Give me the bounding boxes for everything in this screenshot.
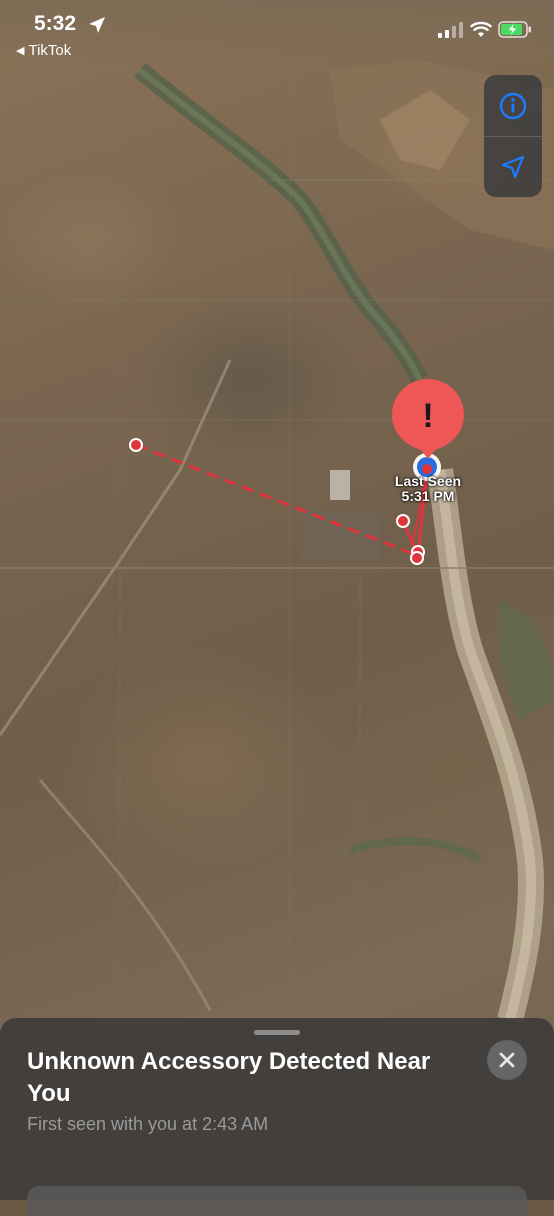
alert-pin[interactable]: !	[390, 377, 466, 459]
back-app-label: TikTok	[28, 42, 72, 59]
battery-charging-icon	[498, 21, 531, 38]
status-bar: 5:32 ◀ TikTok	[0, 0, 554, 64]
sheet-title: Unknown Accessory Detected Near You	[27, 1048, 431, 1107]
back-to-app-button[interactable]: ◀ TikTok	[16, 42, 71, 59]
close-icon	[499, 1052, 515, 1068]
sheet-grabber[interactable]	[254, 1030, 300, 1035]
sheet-subtitle: First seen with you at 2:43 AM	[27, 1114, 269, 1134]
back-triangle-icon: ◀	[16, 45, 25, 57]
path-point[interactable]	[129, 438, 143, 452]
path-point[interactable]	[396, 514, 410, 528]
accessory-detail-sheet[interactable]: Unknown Accessory Detected Near You Firs…	[0, 1018, 554, 1216]
alert-pin-glyph: !	[422, 397, 433, 435]
last-seen-label: Last Seen 5:31 PM	[387, 474, 469, 504]
location-arrow-icon	[501, 155, 525, 179]
map-controls	[484, 75, 542, 197]
path-point[interactable]	[410, 551, 424, 565]
cellular-signal-icon	[438, 22, 463, 38]
last-seen-line1: Last Seen	[394, 473, 462, 489]
map-info-button[interactable]	[484, 76, 542, 136]
locate-me-button[interactable]	[484, 137, 542, 197]
info-icon	[499, 92, 527, 120]
close-button[interactable]	[487, 1040, 527, 1080]
sheet-card-partial	[27, 1186, 527, 1216]
location-services-icon	[89, 17, 105, 33]
last-seen-time: 5:31 PM	[401, 488, 455, 504]
status-time: 5:32	[34, 12, 77, 35]
wifi-icon	[470, 21, 492, 37]
